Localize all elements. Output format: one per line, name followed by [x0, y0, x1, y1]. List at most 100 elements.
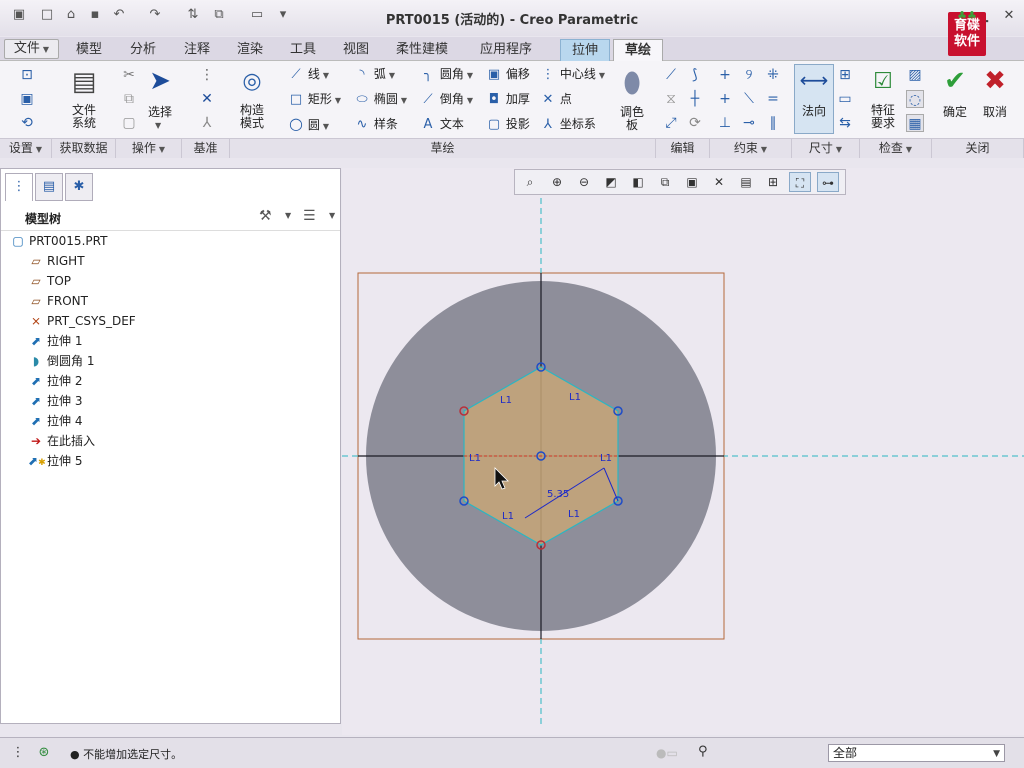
select-arrow-icon[interactable]: ➤ — [146, 64, 174, 98]
datum-centerline-icon[interactable]: ⋮ — [198, 66, 216, 84]
equal-constraint-icon[interactable]: = — [764, 90, 782, 108]
project-tool[interactable]: ▢ 投影 — [486, 114, 530, 134]
group-setup[interactable]: 设置 ▼ — [0, 138, 52, 158]
text-tool[interactable]: A 文本 — [420, 114, 473, 134]
sketch-display-icon[interactable]: ⛶ — [789, 172, 811, 192]
symmetric-constraint-icon[interactable]: ⊸ — [740, 114, 758, 132]
sketch-canvas[interactable]: 5.35 L1 L1 L1 L1 L1 L1 — [342, 168, 1024, 735]
chamfer-tool[interactable]: ⟋ 倒角 ▼ — [420, 89, 473, 109]
tab-file[interactable]: 文件 ▼ — [4, 39, 59, 59]
spline-tool[interactable]: ∿ 样条 — [354, 114, 407, 134]
tab-model[interactable]: 模型 — [70, 39, 108, 61]
line-tool[interactable]: ⟋ 线 ▼ — [288, 64, 341, 84]
normal-dimension-button[interactable]: ⟷ 法向 — [794, 64, 834, 134]
perpendicular-constraint-icon[interactable]: ⊥ — [716, 114, 734, 132]
group-inspect[interactable]: 检查 ▼ — [860, 138, 932, 158]
tree-item-insert-here[interactable]: ➔ 在此插入 — [10, 431, 330, 451]
ok-checkmark-icon[interactable]: ✔ — [940, 66, 970, 96]
close-app-icon[interactable]: ✕ — [1000, 8, 1018, 24]
circle-tool[interactable]: ○ 圆 ▼ — [288, 114, 341, 134]
vertical-constraint-icon[interactable]: + — [716, 66, 734, 84]
select-label[interactable]: 选择 — [144, 106, 176, 119]
tab-extrude[interactable]: 拉伸 — [560, 39, 610, 61]
centerline-tool[interactable]: ⋮ 中心线 ▼ — [540, 64, 606, 84]
baseline-icon[interactable]: ⇆ — [836, 114, 854, 132]
tab-applications[interactable]: 应用程序 — [474, 39, 538, 61]
find-icon[interactable]: ⚲ — [698, 744, 708, 759]
tree-settings-icon[interactable]: ⚒ — [259, 208, 272, 224]
datum-csys-icon[interactable]: ⅄ — [198, 114, 216, 132]
tree-item-round-1[interactable]: ◗ 倒圆角 1 — [10, 351, 330, 371]
palette-label[interactable]: 调色 板 — [612, 106, 652, 132]
ellipse-tool[interactable]: ⬭ 椭圆 ▼ — [354, 89, 407, 109]
group-constrain[interactable]: 约束 ▼ — [710, 138, 792, 158]
display-style-icon[interactable]: ◧ — [627, 172, 649, 192]
midpoint-constraint-icon[interactable]: ⁜ — [764, 66, 782, 84]
divide-icon[interactable]: ⟆ — [686, 66, 704, 84]
selection-filter-dropdown[interactable]: 全部 ▼ — [828, 744, 1005, 762]
thicken-tool[interactable]: ◘ 加厚 — [486, 89, 530, 109]
tree-item-extrude-2[interactable]: ⬈ 拉伸 2 — [10, 371, 330, 391]
tree-item-part[interactable]: ▢ PRT0015.PRT — [10, 231, 330, 251]
tab-view[interactable]: 视图 — [337, 39, 375, 61]
tree-item-extrude-5[interactable]: ⬈✱拉伸 5 — [10, 451, 330, 471]
reference-icon[interactable]: ▣ — [18, 90, 36, 108]
offset-tool[interactable]: ▣ 偏移 — [486, 64, 530, 84]
view-manager-icon[interactable]: ▣ — [681, 172, 703, 192]
cut-icon[interactable]: ✂ — [120, 66, 138, 84]
feature-requirements-icon[interactable]: ☑ — [866, 66, 900, 98]
refit-icon[interactable]: ⌕ — [519, 172, 541, 192]
ok-label[interactable]: 确定 — [936, 106, 974, 119]
horizontal-constraint-icon[interactable]: + — [716, 90, 734, 108]
favorites-tab-icon[interactable]: ✱ — [65, 173, 93, 201]
spin-center-icon[interactable]: ⊞ — [762, 172, 784, 192]
sketch-view-icon[interactable]: ⟲ — [18, 114, 36, 132]
paste-icon[interactable]: ▢ — [120, 114, 138, 132]
datum-point-icon[interactable]: ✕ — [198, 90, 216, 108]
tree-item-csys[interactable]: ⨯ PRT_CSYS_DEF — [10, 311, 330, 331]
rectangle-tool[interactable]: □ 矩形 ▼ — [288, 89, 341, 109]
perimeter-icon[interactable]: ⊞ — [836, 66, 854, 84]
tree-item-extrude-1[interactable]: ⬈ 拉伸 1 — [10, 331, 330, 351]
select-dropdown-icon[interactable]: ▼ — [155, 121, 161, 130]
rotate-resize-icon[interactable]: ⟳ — [686, 114, 704, 132]
tab-flexible-modeling[interactable]: 柔性建模 — [390, 39, 454, 61]
zoom-in-icon[interactable]: ⊕ — [546, 172, 568, 192]
coincident-constraint-icon[interactable]: ⟍ — [740, 90, 758, 108]
arc-tool[interactable]: ◝ 弧 ▼ — [354, 64, 407, 84]
repaint-icon[interactable]: ◩ — [600, 172, 622, 192]
file-system-label[interactable]: 文件 系统 — [62, 104, 106, 130]
tab-tools[interactable]: 工具 — [284, 39, 322, 61]
shade-closed-loops-icon[interactable]: ▦ — [906, 114, 924, 132]
construction-mode-label[interactable]: 构造 模式 — [232, 104, 272, 130]
mirror-icon[interactable]: ⧖ — [662, 90, 680, 108]
point-tool[interactable]: ✕ 点 — [540, 89, 605, 109]
tree-item-top[interactable]: ▱ TOP — [10, 271, 330, 291]
zoom-out-icon[interactable]: ⊖ — [573, 172, 595, 192]
copy-icon[interactable]: ⧉ — [120, 90, 138, 108]
parallel-constraint-icon[interactable]: ∥ — [764, 114, 782, 132]
feature-requirements-label[interactable]: 特征 要求 — [862, 104, 904, 130]
tree-item-extrude-4[interactable]: ⬈ 拉伸 4 — [10, 411, 330, 431]
construction-mode-icon[interactable]: ◎ — [236, 66, 268, 98]
group-dimension[interactable]: 尺寸 ▼ — [792, 138, 860, 158]
overlapping-geometry-icon[interactable]: ▨ — [906, 66, 924, 84]
fillet-tool[interactable]: ╮ 圆角 ▼ — [420, 64, 473, 84]
datum-display-icon[interactable]: ✕ — [708, 172, 730, 192]
cancel-x-icon[interactable]: ✖ — [980, 66, 1010, 96]
delete-segment-icon[interactable]: ⤢ — [662, 114, 680, 132]
tree-settings-dropdown-icon[interactable]: ▼ — [285, 211, 291, 220]
browser-toggle-icon[interactable]: ⊛ — [34, 745, 54, 763]
tree-filters-icon[interactable]: ☰ — [303, 208, 316, 224]
palette-icon[interactable]: ⬮ — [614, 66, 650, 100]
tab-annotate[interactable]: 注释 — [178, 39, 216, 61]
folder-browser-tab-icon[interactable]: ▤ — [35, 173, 63, 201]
corner-icon[interactable]: ┼ — [686, 90, 704, 108]
sketch-setup-icon[interactable]: ⊡ — [18, 66, 36, 84]
saved-orientations-icon[interactable]: ⧉ — [654, 172, 676, 192]
cancel-label[interactable]: 取消 — [976, 106, 1014, 119]
highlight-open-ends-icon[interactable]: ◌ — [906, 90, 924, 108]
sketcher-constraints-icon[interactable]: ⊶ — [817, 172, 839, 192]
model-tree-tab-icon[interactable]: ⋮ — [5, 173, 33, 201]
tree-item-front[interactable]: ▱ FRONT — [10, 291, 330, 311]
